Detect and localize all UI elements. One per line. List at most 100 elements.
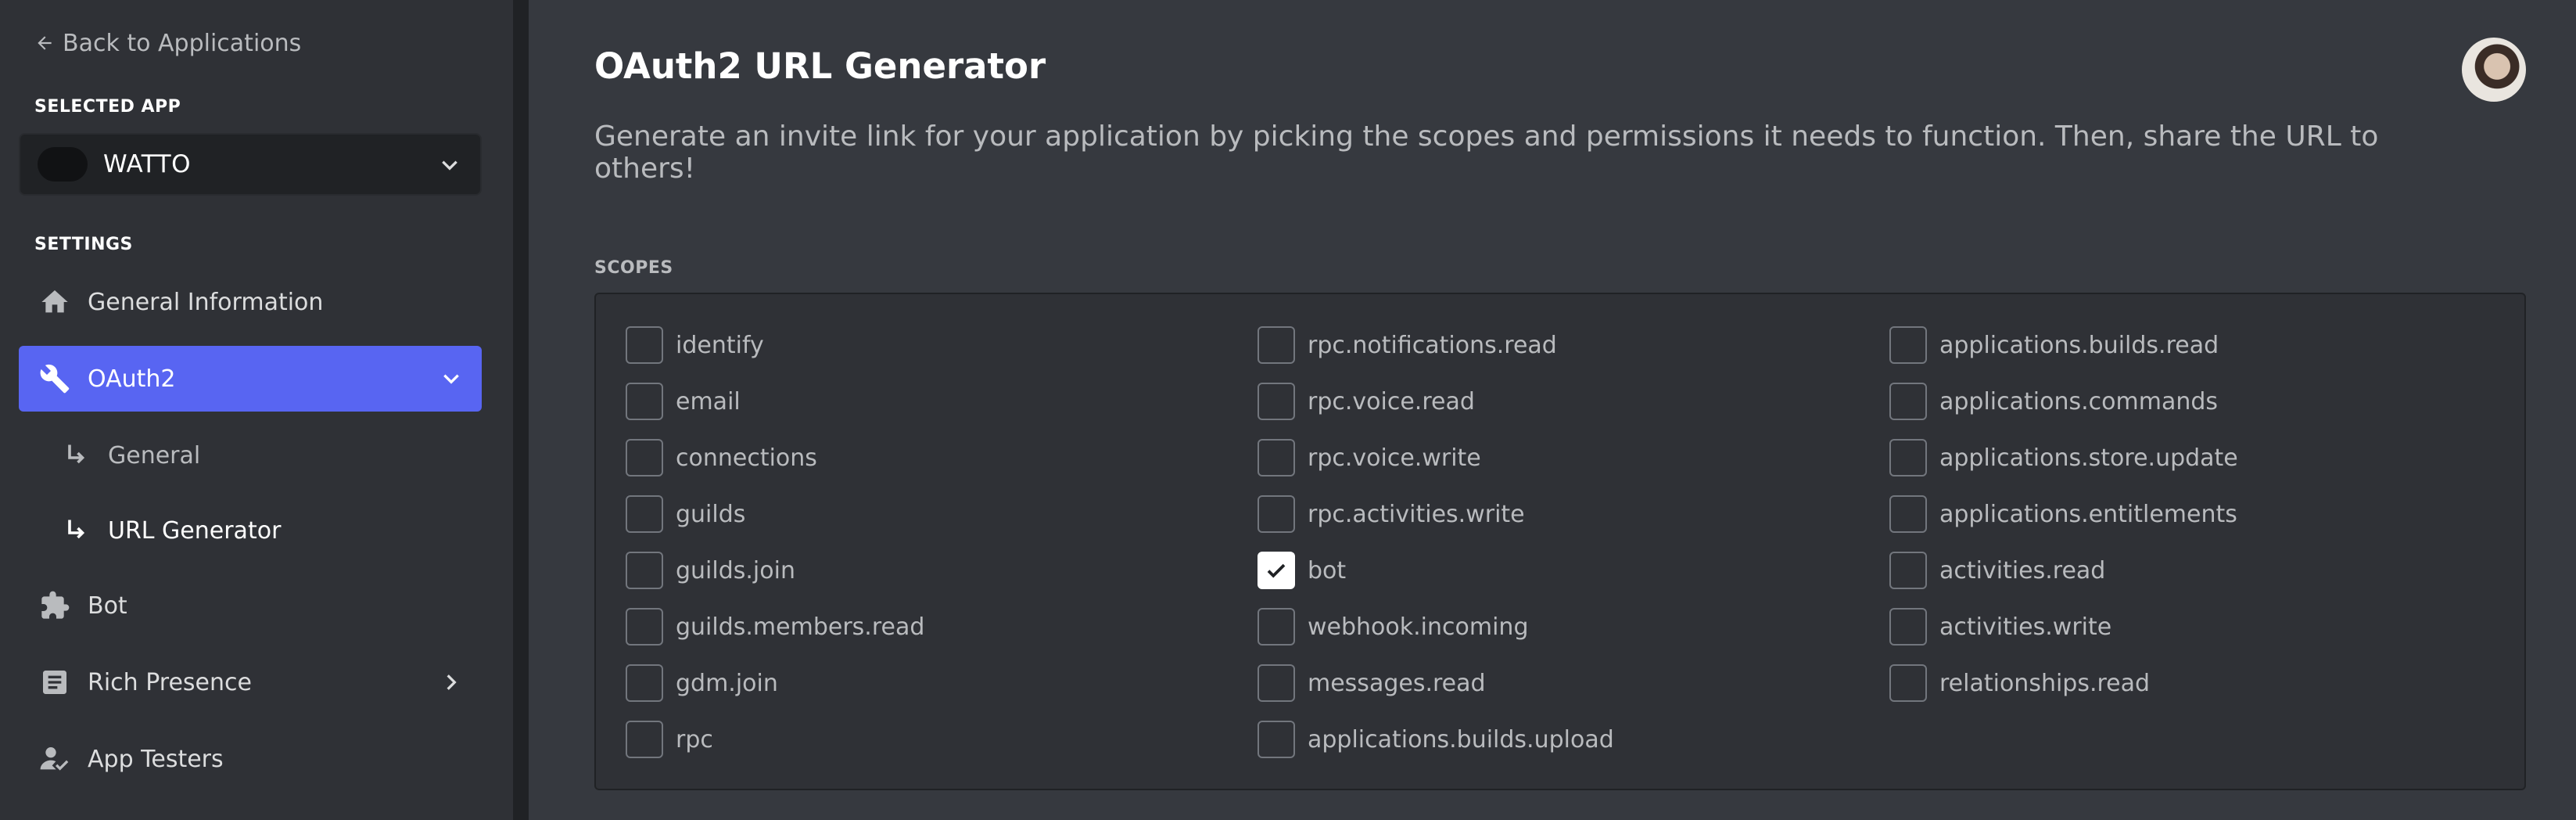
scope-checkbox-relationships-read[interactable]: relationships.read — [1889, 664, 2484, 703]
scope-label: email — [676, 387, 741, 415]
puzzle-piece-icon — [31, 590, 78, 621]
scope-checkbox-applications-builds-upload[interactable]: applications.builds.upload — [1258, 720, 1852, 759]
checkbox[interactable] — [1889, 383, 1927, 420]
scope-label: guilds.members.read — [676, 613, 925, 641]
scope-checkbox-activities-read[interactable]: activities.read — [1889, 551, 2484, 590]
scope-checkbox-guilds[interactable]: guilds — [626, 495, 1220, 534]
scope-checkbox-rpc-voice-read[interactable]: rpc.voice.read — [1258, 382, 1852, 421]
scope-label: guilds — [676, 500, 746, 528]
scope-checkbox-applications-commands[interactable]: applications.commands — [1889, 382, 2484, 421]
checkbox[interactable] — [626, 326, 663, 364]
nav-oauth2-general-label: General — [108, 441, 201, 469]
nav-app-testers[interactable]: App Testers — [19, 726, 482, 792]
user-avatar[interactable] — [2462, 38, 2526, 102]
page-description: Generate an invite link for your applica… — [594, 120, 2379, 185]
checkbox[interactable] — [626, 383, 663, 420]
selected-app-heading: SELECTED APP — [34, 97, 181, 117]
checkbox[interactable] — [1889, 608, 1927, 646]
scope-label: activities.write — [1939, 613, 2112, 641]
checkbox[interactable] — [1889, 664, 1927, 702]
scope-checkbox-rpc[interactable]: rpc — [626, 720, 1220, 759]
nav-oauth2-url-generator[interactable]: URL Generator — [19, 501, 482, 560]
checkbox[interactable] — [1889, 552, 1927, 589]
checkbox[interactable] — [1258, 495, 1295, 533]
scope-checkbox-gdm-join[interactable]: gdm.join — [626, 664, 1220, 703]
scope-label: rpc.notifications.read — [1308, 331, 1557, 359]
scope-label: rpc.activities.write — [1308, 500, 1525, 528]
scope-label: relationships.read — [1939, 669, 2151, 697]
scope-label: rpc — [676, 725, 713, 753]
scope-checkbox-messages-read[interactable]: messages.read — [1258, 664, 1852, 703]
sidebar: Back to Applications SELECTED APP WATTO … — [0, 0, 513, 820]
scope-label: messages.read — [1308, 669, 1486, 697]
checkbox[interactable] — [1889, 495, 1927, 533]
scope-checkbox-email[interactable]: email — [626, 382, 1220, 421]
checkbox[interactable] — [1258, 721, 1295, 758]
person-icon — [31, 743, 78, 775]
scope-label: rpc.voice.write — [1308, 444, 1481, 472]
checkbox[interactable] — [626, 664, 663, 702]
subdirectory-arrow-icon — [63, 441, 91, 469]
scope-checkbox-rpc-notifications-read[interactable]: rpc.notifications.read — [1258, 325, 1852, 365]
scope-checkbox-rpc-voice-write[interactable]: rpc.voice.write — [1258, 438, 1852, 477]
scope-label: webhook.incoming — [1308, 613, 1529, 641]
checkbox[interactable] — [626, 552, 663, 589]
scope-checkbox-bot[interactable]: bot — [1258, 551, 1852, 590]
home-icon — [31, 286, 78, 318]
nav-general-information-label: General Information — [88, 288, 324, 316]
nav-bot[interactable]: Bot — [19, 573, 482, 638]
scope-label: applications.builds.upload — [1308, 725, 1614, 753]
checkbox[interactable] — [1258, 383, 1295, 420]
scope-checkbox-connections[interactable]: connections — [626, 438, 1220, 477]
scope-checkbox-guilds-members-read[interactable]: guilds.members.read — [626, 607, 1220, 646]
nav-oauth2-label: OAuth2 — [88, 365, 176, 393]
scope-checkbox-applications-builds-read[interactable]: applications.builds.read — [1889, 325, 2484, 365]
scope-checkbox-guilds-join[interactable]: guilds.join — [626, 551, 1220, 590]
nav-bot-label: Bot — [88, 592, 127, 620]
scope-checkbox-activities-write[interactable]: activities.write — [1889, 607, 2484, 646]
checkbox[interactable] — [1889, 326, 1927, 364]
scope-label: identify — [676, 331, 764, 359]
checkmark-icon — [1267, 563, 1286, 578]
nav-oauth2-general[interactable]: General — [19, 426, 482, 485]
scope-checkbox-applications-entitlements[interactable]: applications.entitlements — [1889, 495, 2484, 534]
back-to-applications-link[interactable]: Back to Applications — [34, 23, 301, 63]
main-content: OAuth2 URL Generator Generate an invite … — [529, 0, 2576, 820]
scope-checkbox-identify[interactable]: identify — [626, 325, 1220, 365]
scope-checkbox-webhook-incoming[interactable]: webhook.incoming — [1258, 607, 1852, 646]
checkbox[interactable] — [1258, 664, 1295, 702]
chevron-down-icon — [439, 155, 460, 178]
app-selector-dropdown[interactable]: WATTO — [19, 133, 482, 196]
checkbox[interactable] — [1258, 326, 1295, 364]
checkbox[interactable] — [1258, 439, 1295, 477]
scope-label: applications.builds.read — [1939, 331, 2219, 359]
checkbox[interactable] — [1258, 552, 1295, 589]
scopes-panel: identify email connections guilds guilds.joi… — [594, 293, 2526, 790]
checkbox[interactable] — [626, 608, 663, 646]
checkbox[interactable] — [1889, 439, 1927, 477]
nav-oauth2[interactable]: OAuth2 — [19, 346, 482, 412]
scope-checkbox-applications-store-update[interactable]: applications.store.update — [1889, 438, 2484, 477]
checkbox[interactable] — [626, 721, 663, 758]
scope-label: bot — [1308, 556, 1347, 584]
checkbox[interactable] — [626, 439, 663, 477]
checkbox[interactable] — [1258, 608, 1295, 646]
nav-rich-presence[interactable]: Rich Presence — [19, 649, 482, 715]
page-title: OAuth2 URL Generator — [594, 45, 1046, 87]
scope-label: rpc.voice.read — [1308, 387, 1475, 415]
checkbox[interactable] — [626, 495, 663, 533]
scope-checkbox-rpc-activities-write[interactable]: rpc.activities.write — [1258, 495, 1852, 534]
scope-label: guilds.join — [676, 556, 795, 584]
scope-label: applications.store.update — [1939, 444, 2238, 472]
scope-label: applications.entitlements — [1939, 500, 2237, 528]
app-avatar — [38, 147, 88, 182]
subdirectory-arrow-icon — [63, 516, 91, 545]
scopes-heading: SCOPES — [594, 258, 673, 278]
nav-oauth2-url-generator-label: URL Generator — [108, 516, 282, 545]
scope-label: gdm.join — [676, 669, 778, 697]
nav-general-information[interactable]: General Information — [19, 269, 482, 335]
scope-label: activities.read — [1939, 556, 2106, 584]
scope-label: applications.commands — [1939, 387, 2219, 415]
document-icon — [31, 667, 78, 698]
sidebar-divider — [513, 0, 529, 820]
